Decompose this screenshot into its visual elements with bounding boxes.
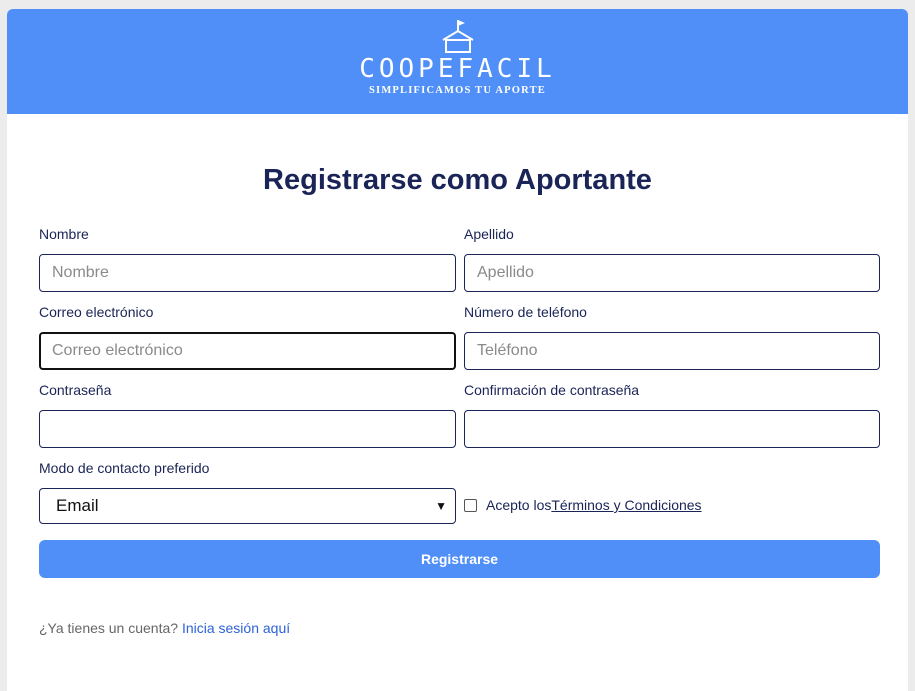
contact-mode-select[interactable]: Email ▼ <box>39 488 456 524</box>
password-label: Contraseña <box>39 382 112 398</box>
terms-prefix: Acepto los <box>486 497 552 513</box>
last-name-input[interactable] <box>464 254 880 292</box>
terms-checkbox[interactable] <box>464 498 477 512</box>
email-label: Correo electrónico <box>39 304 154 320</box>
first-name-input[interactable] <box>39 254 456 292</box>
terms-link[interactable]: Términos y Condiciones <box>551 497 701 513</box>
login-prompt: ¿Ya tienes un cuenta? Inicia sesión aquí <box>39 620 290 636</box>
phone-input[interactable] <box>464 332 880 370</box>
brand-name: COOPEFACIL <box>359 54 556 84</box>
page-title: Registrarse como Aportante <box>263 164 652 196</box>
password-confirm-label: Confirmación de contraseña <box>464 382 640 398</box>
contact-mode-label: Modo de contacto preferido <box>39 460 210 476</box>
contact-mode-value: Email <box>56 496 99 515</box>
last-name-label: Apellido <box>464 226 514 242</box>
brand-tagline: SIMPLIFICAMOS TU APORTE <box>369 85 546 96</box>
house-flag-icon <box>441 20 474 53</box>
password-input[interactable] <box>39 410 456 448</box>
register-button[interactable]: Registrarse <box>39 540 880 578</box>
email-input[interactable] <box>39 332 456 370</box>
terms-row: Acepto los Términos y Condiciones <box>464 497 702 513</box>
first-name-label: Nombre <box>39 226 89 242</box>
header-banner: COOPEFACIL SIMPLIFICAMOS TU APORTE <box>7 9 908 114</box>
login-link[interactable]: Inicia sesión aquí <box>182 620 290 636</box>
login-question: ¿Ya tienes un cuenta? <box>39 620 179 636</box>
password-confirm-input[interactable] <box>464 410 880 448</box>
phone-label: Número de teléfono <box>464 304 587 320</box>
chevron-down-icon: ▼ <box>435 499 447 513</box>
register-card: COOPEFACIL SIMPLIFICAMOS TU APORTE Regis… <box>7 9 908 691</box>
